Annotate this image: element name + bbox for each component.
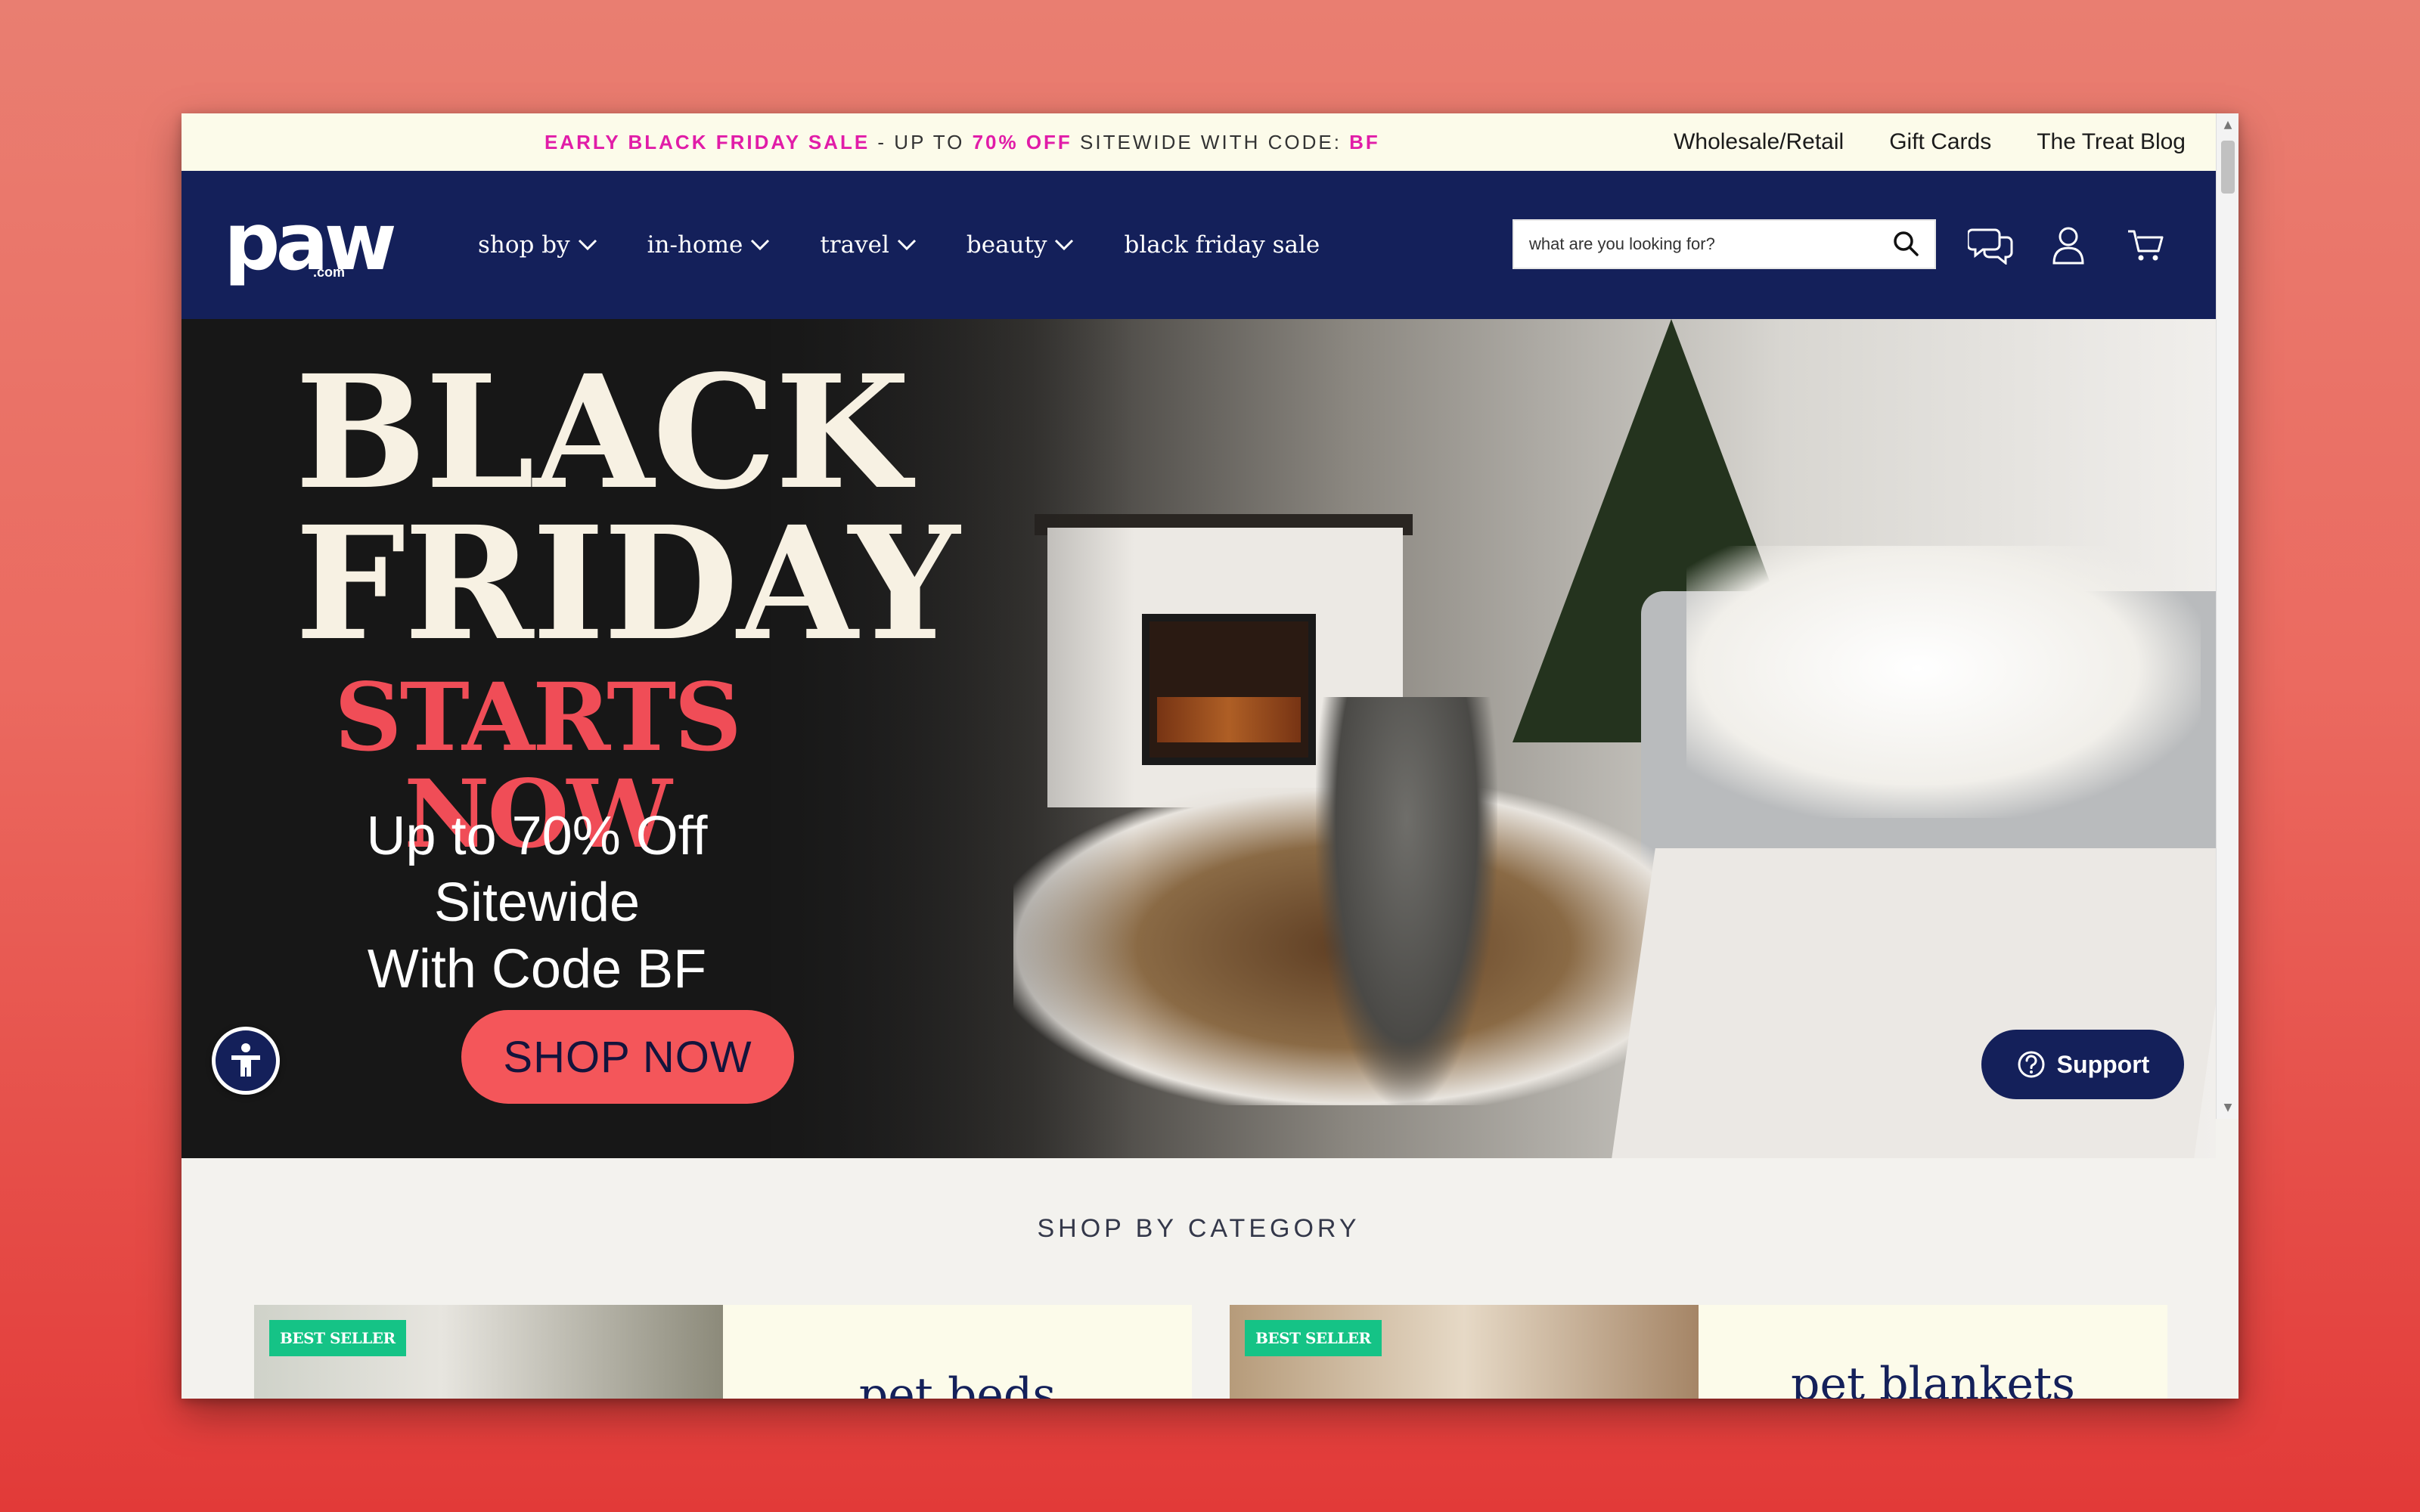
promo-sale-name: EARLY BLACK FRIDAY SALE [544,131,870,153]
nav-in-home-label: in-home [647,231,743,259]
photo-fur-throw [1686,546,2201,818]
accessibility-button[interactable] [212,1027,280,1095]
chevron-down-icon [578,239,597,251]
pet-beds-title: pet beds [858,1368,1056,1399]
hero-subtitle: Up to 70% Off Sitewide With Code BF [272,803,802,1002]
photo-fireplace [1142,614,1316,765]
support-label: Support [2056,1050,2150,1078]
nav-beauty[interactable]: beauty [966,231,1075,259]
gift-cards-link[interactable]: Gift Cards [1889,129,1991,155]
logo-wordmark: paw [224,196,397,288]
pet-blankets-title: pet blankets [1791,1358,2075,1399]
utility-links: Wholesale/Retail Gift Cards The Treat Bl… [1674,113,2186,171]
wholesale-retail-link[interactable]: Wholesale/Retail [1674,129,1844,155]
nav-shop-by-label: shop by [478,231,570,259]
hero-headline-black: BLACK [295,341,911,524]
main-menu: shop by in-home travel beauty black frid… [478,171,1320,319]
treat-blog-link[interactable]: The Treat Blog [2037,129,2186,155]
search-input[interactable] [1514,221,1877,268]
hero-subtitle-line1: Up to 70% Off Sitewide [366,806,708,933]
hero-headline: BLACK FRIDAY STARTS NOW [295,341,960,863]
search-box [1512,219,1936,269]
cart-icon[interactable] [2121,222,2170,268]
nav-black-friday-sale[interactable]: black friday sale [1124,231,1320,259]
help-icon [2018,1051,2045,1078]
nav-travel[interactable]: travel [820,231,917,259]
promo-text-code: SITEWIDE WITH CODE: [1072,131,1350,153]
nav-shop-by[interactable]: shop by [478,231,597,259]
photo-coffee-table [1612,848,2216,1158]
photo-great-dane [1316,697,1497,1105]
shop-now-button[interactable]: SHOP NOW [461,1010,794,1104]
promo-discount: 70% OFF [972,131,1072,153]
accessibility-icon [231,1043,260,1077]
search-icon[interactable] [1891,228,1921,259]
nav-in-home[interactable]: in-home [647,231,771,259]
best-seller-badge: BEST SELLER [269,1320,406,1356]
shop-by-category-heading: SHOP BY CATEGORY [1037,1214,1360,1243]
page-content: EARLY BLACK FRIDAY SALE - UP TO 70% OFF … [182,113,2216,1399]
paw-logo[interactable]: paw .com [224,203,397,286]
scroll-up-arrow-icon[interactable]: ▲ [2217,116,2238,133]
logo-suffix: .com [313,265,346,280]
photo-fire [1157,697,1301,742]
promo-message[interactable]: EARLY BLACK FRIDAY SALE - UP TO 70% OFF … [544,113,1380,171]
hero-headline-friday: FRIDAY [295,492,960,675]
account-icon[interactable] [2043,222,2093,268]
chat-icon[interactable] [1966,222,2016,268]
category-card-pet-beds[interactable]: BEST SELLER pet beds [254,1305,1192,1399]
hero-subtitle-line2: With Code BF [367,939,707,999]
best-seller-badge: BEST SELLER [1245,1320,1382,1356]
scroll-down-arrow-icon[interactable]: ▼ [2217,1099,2238,1116]
nav-travel-label: travel [820,231,889,259]
browser-window: EARLY BLACK FRIDAY SALE - UP TO 70% OFF … [182,113,2238,1399]
category-card-pet-blankets[interactable]: BEST SELLER pet blankets [1230,1305,2167,1399]
header-icons [1966,222,2170,268]
chevron-down-icon [1055,239,1074,251]
hero-banner: BLACK FRIDAY STARTS NOW Up to 70% Off Si… [182,319,2216,1158]
promo-text: - UP TO [870,131,973,153]
announcement-bar: EARLY BLACK FRIDAY SALE - UP TO 70% OFF … [182,113,2216,171]
support-button[interactable]: Support [1981,1030,2184,1099]
promo-code: BF [1349,131,1380,153]
chevron-down-icon [751,239,770,251]
nav-black-friday-label: black friday sale [1124,231,1320,259]
page-scrollbar[interactable]: ▲ ▼ [2216,113,2238,1119]
main-header: paw .com shop by in-home travel beauty b… [182,171,2216,319]
scroll-thumb[interactable] [2221,141,2235,194]
nav-beauty-label: beauty [966,231,1047,259]
chevron-down-icon [897,239,916,251]
